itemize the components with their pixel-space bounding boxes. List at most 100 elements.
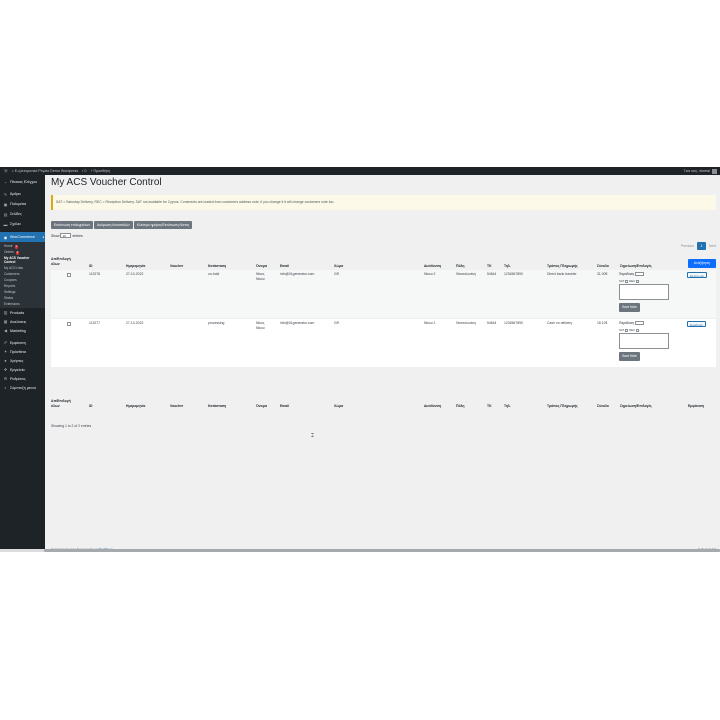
page-icon: ▤ bbox=[3, 211, 8, 217]
header-id[interactable]: ID bbox=[89, 264, 92, 268]
sidebar-item-tools[interactable]: ✜ Εργαλεία bbox=[0, 365, 45, 374]
previous-page-button[interactable]: Previous bbox=[681, 244, 694, 248]
row-id[interactable]: 113278 bbox=[89, 272, 100, 277]
sidebar-item-marketing[interactable]: ◀ Marketing bbox=[0, 326, 45, 335]
rec-checkbox[interactable] bbox=[636, 279, 640, 283]
header-date[interactable]: Ημερομηνία bbox=[126, 264, 145, 268]
note-textarea[interactable] bbox=[619, 284, 669, 300]
submenu-voucher-control[interactable]: My ACS Voucher Control bbox=[0, 255, 40, 265]
table-info: Showing 1 to 2 of 2 entries bbox=[51, 424, 92, 428]
sidebar-item-products[interactable]: ▥ Products bbox=[0, 308, 45, 317]
sidebar-item-woocommerce[interactable]: ◉ WooCommerce ◂ bbox=[0, 232, 45, 242]
sidebar-item-posts[interactable]: ✎ Άρθρα bbox=[0, 189, 45, 199]
wordpress-logo-icon[interactable]: ⓦ bbox=[4, 169, 8, 174]
site-name-link[interactable]: ⌂ Ε-ηλεκτρονικό Ρόμπο Demo Wordpress bbox=[12, 169, 79, 173]
next-page-button[interactable]: Next bbox=[709, 244, 716, 248]
row-status: processing bbox=[208, 321, 225, 325]
sidebar-collapse-menu[interactable]: ◐ Σύμπτυξη μενού bbox=[0, 383, 45, 392]
sidebar-item-appearance[interactable]: ✐ Εμφάνιση bbox=[0, 338, 45, 347]
print-selected-button[interactable]: Εκτύπωση επιλεγμένων bbox=[51, 221, 94, 229]
footer-header-address: Διεύθυνση bbox=[424, 404, 442, 408]
submenu-label: Customers bbox=[4, 272, 20, 276]
sidebar-item-dashboard[interactable]: ◔ Πίνακας Ελέγχου bbox=[0, 177, 45, 187]
submenu-label: Home bbox=[4, 244, 13, 248]
footer-header-select-all[interactable]: Απ/Επιλογή όλων bbox=[51, 399, 71, 408]
header-status[interactable]: Κατάσταση bbox=[208, 264, 226, 268]
header-notes[interactable]: Σημείωση/Επιλογές bbox=[620, 264, 652, 268]
woo-icon: ◉ bbox=[3, 234, 8, 240]
sat-label: SAT bbox=[619, 328, 625, 332]
dashboard-icon: ◔ bbox=[4, 179, 7, 185]
row-total: 31.00€ bbox=[597, 272, 608, 276]
save-note-button[interactable]: Save Note bbox=[619, 352, 640, 361]
new-content-link[interactable]: + Προσθήκη bbox=[90, 169, 110, 173]
info-notice: SAT = Saturday Delivery, REC = Reception… bbox=[51, 195, 716, 210]
row-total: 18.12€ bbox=[597, 321, 608, 325]
save-note-button[interactable]: Save Note bbox=[619, 303, 640, 312]
page-1-button[interactable]: 1 bbox=[697, 242, 707, 250]
mouse-cursor-icon: ⌶ bbox=[311, 433, 315, 439]
header-payment[interactable]: Τρόπος Πληρωμής bbox=[547, 264, 578, 268]
sidebar-item-analytics[interactable]: ▦ Αναλύσεις bbox=[0, 317, 45, 326]
sidebar-item-plugins[interactable]: ✦ Πρόσθετα bbox=[0, 347, 45, 356]
sidebar-item-label: Πίνακας Ελέγχου bbox=[10, 180, 38, 184]
header-select-all[interactable]: Απ/Επιλογή όλων bbox=[51, 257, 71, 266]
sat-checkbox[interactable] bbox=[625, 328, 629, 332]
note-select[interactable]: Παράδοση bbox=[619, 272, 645, 276]
row-id[interactable]: 113277 bbox=[89, 321, 100, 326]
header-address[interactable]: Διεύθυνση bbox=[424, 264, 441, 268]
header-total[interactable]: Σύνολο bbox=[597, 264, 609, 268]
row-zip: 54644 bbox=[487, 272, 497, 276]
row-email: info@01generator.com bbox=[280, 321, 315, 325]
submenu-extensions[interactable]: Extensions bbox=[0, 301, 45, 307]
sidebar-item-settings[interactable]: ⚙ Ρυθμίσεις bbox=[0, 374, 45, 383]
note-select[interactable]: Παράδοση bbox=[619, 321, 645, 325]
entries-select[interactable]: 10 bbox=[60, 233, 72, 238]
header-city[interactable]: Πόλη bbox=[456, 264, 464, 268]
close-day-button[interactable]: Κλείσιμο ημέρας/Εκτύπωση Λίστας bbox=[133, 221, 193, 229]
submenu-label: Extensions bbox=[4, 302, 20, 306]
note-select-value: Παράδοση bbox=[619, 272, 635, 276]
row-checkbox[interactable] bbox=[67, 322, 71, 326]
cancel-shipments-button[interactable]: Ακύρωση Αποστολών bbox=[94, 221, 133, 229]
rec-label: REC bbox=[629, 279, 636, 283]
user-menu[interactable]: Γεια σας, eiwewi bbox=[683, 168, 717, 174]
admin-bar: ⓦ ⌂ Ε-ηλεκτρονικό Ρόμπο Demo Wordpress ▪… bbox=[0, 167, 720, 175]
sidebar-item-users[interactable]: ● Χρήστες bbox=[0, 356, 45, 365]
comments-link[interactable]: ▪ 0 bbox=[82, 169, 86, 173]
sidebar-item-label: Marketing bbox=[10, 328, 26, 333]
sidebar-item-media[interactable]: ▣ Πολυμέσα bbox=[0, 199, 45, 209]
header-name[interactable]: Όνομα bbox=[256, 264, 267, 268]
sidebar-item-label: Εμφάνιση bbox=[10, 340, 26, 345]
row-phone: 1234567890 bbox=[504, 321, 523, 325]
user-greeting: Γεια σας, eiwewi bbox=[683, 169, 710, 173]
row-country: GR bbox=[334, 272, 340, 276]
sat-checkbox[interactable] bbox=[625, 279, 629, 283]
print-voucher-button[interactable]: Εμφάνιση bbox=[687, 321, 707, 327]
note-select-value: Παράδοση bbox=[619, 321, 635, 325]
sidebar-item-label: Products bbox=[10, 310, 25, 315]
row-city: Θεσσαλονίκη bbox=[456, 272, 476, 276]
note-textarea[interactable] bbox=[619, 333, 669, 349]
footer-header-total: Σύνολο bbox=[597, 404, 609, 408]
search-button[interactable]: Αναζήτηση bbox=[688, 259, 716, 268]
rec-checkbox[interactable] bbox=[636, 328, 640, 332]
sidebar-item-comments[interactable]: ▬ Σχόλια bbox=[0, 219, 45, 229]
header-voucher[interactable]: Voucher bbox=[170, 264, 183, 268]
sidebar-item-label: Χρήστες bbox=[10, 358, 24, 363]
sidebar-item-pages[interactable]: ▤ Σελίδες bbox=[0, 209, 45, 219]
header-email[interactable]: Email bbox=[280, 264, 289, 268]
scrollbar-thumb[interactable] bbox=[44, 549, 720, 552]
print-voucher-button[interactable]: Εκτύπωση bbox=[687, 272, 708, 278]
horizontal-scrollbar[interactable] bbox=[0, 549, 720, 552]
header-phone[interactable]: Τηλ. bbox=[504, 264, 511, 268]
row-checkbox[interactable] bbox=[67, 273, 71, 277]
sat-label: SAT bbox=[619, 279, 625, 283]
header-country[interactable]: Χώρα bbox=[334, 264, 343, 268]
row-phone: 1234567890 bbox=[504, 272, 523, 276]
show-label: Show bbox=[51, 233, 60, 238]
rec-label: REC bbox=[629, 328, 636, 332]
sidebar-item-label: WooCommerce bbox=[10, 235, 35, 239]
header-zip[interactable]: ΤΚ bbox=[487, 264, 492, 268]
sidebar-item-label: Άρθρα bbox=[10, 192, 21, 196]
